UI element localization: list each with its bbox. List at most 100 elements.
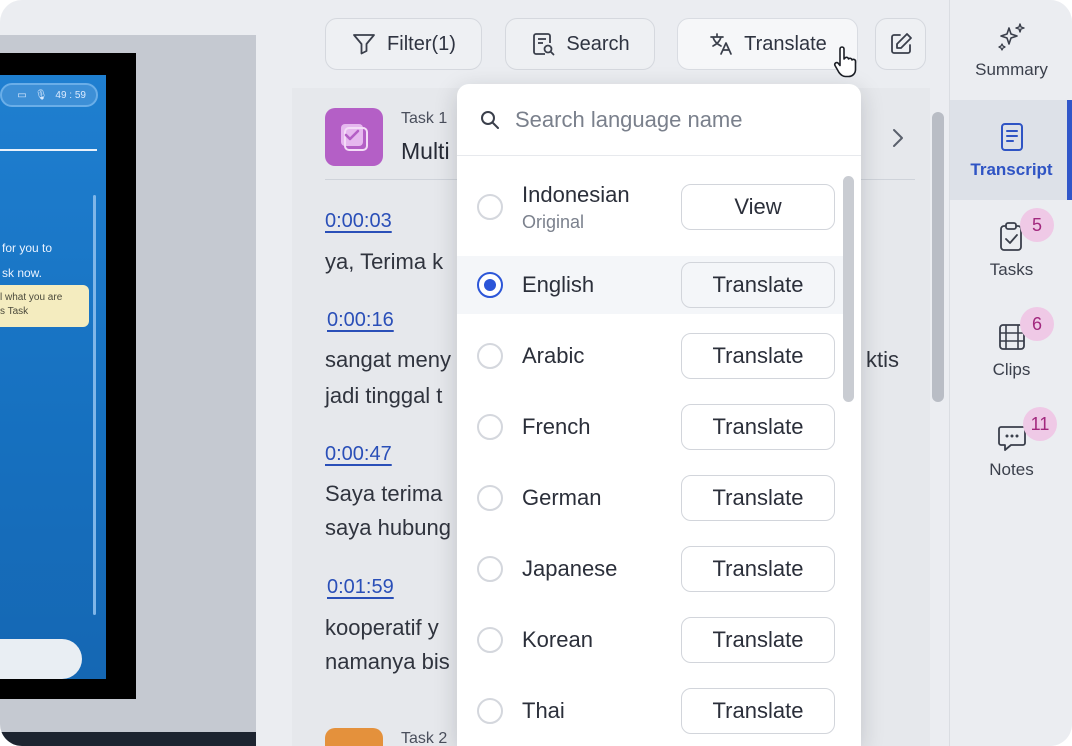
language-search-bar — [457, 84, 861, 156]
dropdown-scrollbar[interactable] — [843, 176, 854, 402]
language-radio[interactable] — [477, 556, 503, 582]
language-radio[interactable] — [477, 414, 503, 440]
translate-dropdown: Indonesian Original View English Transla… — [457, 84, 861, 746]
translate-language-button[interactable]: Translate — [681, 617, 835, 663]
language-row-arabic[interactable]: Arabic Translate — [457, 327, 843, 385]
task-2-icon — [325, 728, 383, 746]
mic-icon: 🎙 — [34, 89, 48, 101]
translate-language-button[interactable]: Translate — [681, 404, 835, 450]
task-2-label: Task 2 — [401, 730, 448, 746]
screen-icon: ▭ — [17, 89, 27, 101]
video-panel: ▭ 🎙 49 : 59 for you to sk now. l what yo… — [0, 35, 256, 746]
edit-button[interactable] — [875, 18, 926, 70]
transcript-segment-text: Saya terima — [325, 481, 443, 506]
language-radio[interactable] — [477, 485, 503, 511]
video-note-card: l what you are s Task — [0, 285, 89, 327]
notes-count-badge: 11 — [1023, 407, 1057, 441]
filter-button-label: Filter(1) — [387, 32, 456, 55]
sparkles-icon — [997, 23, 1025, 51]
search-button-label: Search — [566, 32, 630, 55]
language-name: Indonesian — [522, 182, 630, 207]
active-indicator — [1067, 100, 1072, 200]
sidebar-item-clips[interactable]: Clips 6 — [950, 300, 1072, 400]
language-original-tag: Original — [522, 212, 585, 232]
translate-language-button[interactable]: Translate — [681, 333, 835, 379]
sidebar-item-transcript[interactable]: Transcript — [950, 100, 1072, 200]
clips-count-badge: 6 — [1020, 307, 1054, 341]
translate-button-label: Translate — [744, 32, 827, 55]
sidebar-item-label: Summary — [975, 60, 1048, 79]
video-bottom-bar — [0, 732, 256, 746]
transcript-segment-text: namanya bis — [325, 649, 450, 674]
translate-language-button[interactable]: Translate — [681, 546, 835, 592]
language-row-korean[interactable]: Korean Translate — [457, 611, 843, 669]
right-sidebar: Summary Transcript Tasks 5 Clips 6 Notes… — [949, 0, 1072, 746]
transcript-segment-text: jadi tinggal t — [325, 383, 443, 408]
sidebar-item-label: Notes — [989, 460, 1034, 479]
app-window: ▭ 🎙 49 : 59 for you to sk now. l what yo… — [0, 0, 1072, 746]
language-radio-selected[interactable] — [477, 272, 503, 298]
video-input-field — [0, 639, 82, 679]
translate-icon — [710, 33, 733, 55]
language-radio[interactable] — [477, 698, 503, 724]
timestamp-link[interactable]: 0:00:47 — [325, 443, 392, 466]
timestamp-link[interactable]: 0:01:59 — [327, 576, 394, 599]
edit-icon — [890, 33, 912, 54]
task-1-label: Task 1 — [401, 110, 448, 127]
filter-button[interactable]: Filter(1) — [325, 18, 482, 70]
video-timer: 49 : 59 — [55, 89, 86, 101]
video-text-line: sk now. — [2, 266, 43, 280]
transcript-segment-text: sangat meny — [325, 347, 451, 372]
task-1-title: Multi — [401, 138, 450, 164]
filter-icon — [353, 34, 375, 55]
language-name: French — [522, 414, 591, 439]
sidebar-item-notes[interactable]: Notes 11 — [950, 400, 1072, 500]
sidebar-item-tasks[interactable]: Tasks 5 — [950, 200, 1072, 300]
sidebar-item-label: Tasks — [989, 260, 1034, 279]
hand-cursor-icon — [833, 46, 857, 78]
chevron-right-icon[interactable] — [888, 126, 908, 150]
language-row-thai[interactable]: Thai Translate — [457, 682, 843, 740]
language-row-english[interactable]: English Translate — [457, 256, 843, 314]
translate-button[interactable]: Translate — [677, 18, 858, 70]
language-radio[interactable] — [477, 343, 503, 369]
task-1-icon — [325, 108, 383, 166]
language-search-input[interactable] — [515, 102, 835, 138]
timestamp-link[interactable]: 0:00:16 — [327, 309, 394, 332]
transcript-segment-text: ya, Terima k — [325, 249, 444, 274]
language-name: Japanese — [522, 556, 618, 581]
document-icon — [1000, 123, 1023, 151]
transcript-segment-text: kooperatif y — [325, 615, 439, 640]
tasks-count-badge: 5 — [1020, 208, 1054, 242]
transcript-segment-text: saya hubung — [325, 515, 451, 540]
language-name: Thai — [522, 698, 565, 723]
video-frame[interactable]: ▭ 🎙 49 : 59 for you to sk now. l what yo… — [0, 53, 136, 699]
video-note-line: s Task — [0, 306, 29, 317]
search-button[interactable]: Search — [505, 18, 655, 70]
transcript-scrollbar[interactable] — [932, 112, 944, 402]
sidebar-item-label: Transcript — [970, 160, 1053, 179]
language-name: Arabic — [522, 343, 585, 368]
search-icon — [481, 111, 499, 129]
video-screen: ▭ 🎙 49 : 59 for you to sk now. l what yo… — [0, 75, 106, 679]
transcript-segment-text: ktis — [866, 347, 899, 372]
translate-language-button[interactable]: Translate — [681, 688, 835, 734]
video-text-line: for you to — [2, 241, 53, 255]
language-row-french[interactable]: French Translate — [457, 398, 843, 456]
language-name: German — [522, 485, 602, 510]
video-note-line: l what you are — [0, 292, 63, 303]
language-name: Korean — [522, 627, 593, 652]
sidebar-item-summary[interactable]: Summary — [950, 0, 1072, 100]
timestamp-link[interactable]: 0:00:03 — [325, 210, 392, 233]
view-button[interactable]: View — [681, 184, 835, 230]
translate-language-button[interactable]: Translate — [681, 262, 835, 308]
language-row-japanese[interactable]: Japanese Translate — [457, 540, 843, 598]
language-name: English — [522, 272, 595, 297]
search-doc-icon — [533, 33, 555, 56]
language-row-indonesian[interactable]: Indonesian Original View — [457, 178, 843, 236]
language-radio[interactable] — [477, 194, 503, 220]
sidebar-item-label: Clips — [992, 360, 1031, 379]
language-row-german[interactable]: German Translate — [457, 469, 843, 527]
translate-language-button[interactable]: Translate — [681, 475, 835, 521]
language-radio[interactable] — [477, 627, 503, 653]
